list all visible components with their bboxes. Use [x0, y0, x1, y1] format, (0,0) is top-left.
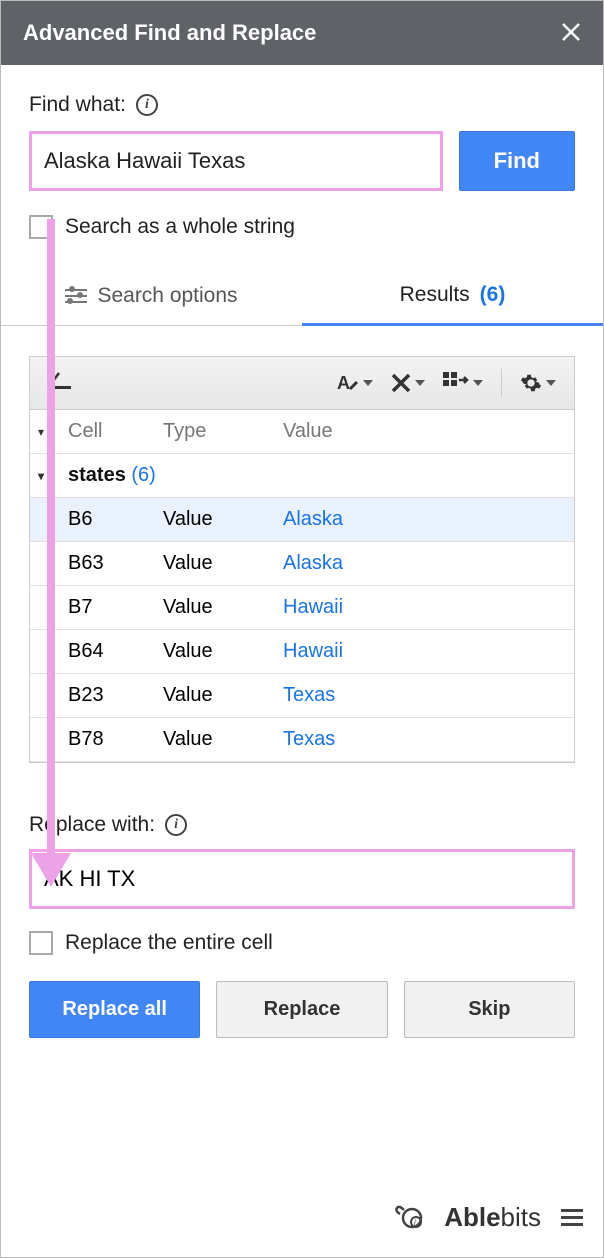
- find-label: Find what:: [29, 93, 126, 117]
- replace-label: Replace with:: [29, 813, 155, 837]
- find-button[interactable]: Find: [459, 131, 575, 191]
- chevron-down-icon: [473, 380, 483, 386]
- ablebits-logo-icon: i: [394, 1200, 424, 1235]
- select-all-button[interactable]: [42, 368, 78, 398]
- col-value[interactable]: Value: [283, 420, 566, 443]
- info-icon[interactable]: i: [165, 814, 187, 836]
- chevron-down-icon: [415, 380, 425, 386]
- table-header: ▾ Cell Type Value: [30, 410, 574, 454]
- whole-string-checkbox[interactable]: [29, 215, 53, 239]
- close-icon[interactable]: [561, 19, 581, 47]
- info-icon[interactable]: i: [136, 94, 158, 116]
- cell-type: Value: [163, 508, 283, 531]
- sort-icon[interactable]: ▾: [38, 425, 68, 439]
- cell-value: Hawaii: [283, 596, 566, 619]
- footer: i Ablebits: [1, 1186, 603, 1257]
- table-row[interactable]: B64ValueHawaii: [30, 630, 574, 674]
- collapse-icon[interactable]: ▾: [38, 469, 68, 483]
- export-button[interactable]: [437, 368, 489, 398]
- entire-cell-label: Replace the entire cell: [65, 931, 273, 955]
- replace-button[interactable]: Replace: [216, 981, 387, 1038]
- find-label-row: Find what: i: [29, 93, 575, 117]
- menu-icon[interactable]: [561, 1209, 583, 1226]
- cell-ref: B6: [68, 508, 163, 531]
- cell-value: Alaska: [283, 508, 566, 531]
- tab-results-count: (6): [480, 283, 506, 307]
- table-row[interactable]: B7ValueHawaii: [30, 586, 574, 630]
- group-row[interactable]: ▾ states (6): [30, 454, 574, 498]
- svg-text:A: A: [337, 373, 350, 393]
- results-panel: A ▾ Cell Type Value ▾: [29, 356, 575, 763]
- chevron-down-icon: [546, 380, 556, 386]
- cell-value: Texas: [283, 684, 566, 707]
- cell-ref: B78: [68, 728, 163, 751]
- skip-button[interactable]: Skip: [404, 981, 575, 1038]
- tab-search-options-label: Search options: [97, 284, 237, 308]
- tab-results[interactable]: Results (6): [302, 267, 603, 326]
- table-row[interactable]: B63ValueAlaska: [30, 542, 574, 586]
- tab-results-label: Results: [400, 283, 470, 307]
- cell-type: Value: [163, 596, 283, 619]
- replace-input[interactable]: [29, 849, 575, 909]
- replace-all-button[interactable]: Replace all: [29, 981, 200, 1038]
- table-row[interactable]: B23ValueTexas: [30, 674, 574, 718]
- cell-type: Value: [163, 684, 283, 707]
- delete-button[interactable]: [385, 369, 431, 397]
- dialog-title: Advanced Find and Replace: [23, 20, 316, 46]
- results-rows: B6ValueAlaskaB63ValueAlaskaB7ValueHawaii…: [30, 498, 574, 762]
- settings-button[interactable]: [514, 368, 562, 398]
- cell-type: Value: [163, 728, 283, 751]
- tab-search-options[interactable]: Search options: [1, 267, 302, 325]
- cell-value: Hawaii: [283, 640, 566, 663]
- cell-ref: B7: [68, 596, 163, 619]
- tabs: Search options Results (6): [1, 267, 603, 326]
- brand-name: Ablebits: [444, 1202, 541, 1233]
- replace-label-row: Replace with: i: [29, 813, 575, 837]
- svg-text:i: i: [414, 1218, 416, 1227]
- cell-type: Value: [163, 552, 283, 575]
- results-toolbar: A: [30, 357, 574, 410]
- cell-ref: B64: [68, 640, 163, 663]
- cell-ref: B63: [68, 552, 163, 575]
- col-cell[interactable]: Cell: [68, 420, 163, 443]
- entire-cell-checkbox[interactable]: [29, 931, 53, 955]
- cell-value: Alaska: [283, 552, 566, 575]
- format-button[interactable]: A: [329, 367, 379, 399]
- cell-ref: B23: [68, 684, 163, 707]
- group-name: states: [68, 464, 126, 486]
- table-row[interactable]: B78ValueTexas: [30, 718, 574, 762]
- group-count: (6): [131, 464, 155, 486]
- cell-type: Value: [163, 640, 283, 663]
- whole-string-label: Search as a whole string: [65, 215, 295, 239]
- find-input[interactable]: [29, 131, 443, 191]
- sliders-icon: [65, 287, 87, 305]
- toolbar-separator: [501, 369, 502, 397]
- table-row[interactable]: B6ValueAlaska: [30, 498, 574, 542]
- dialog-header: Advanced Find and Replace: [1, 1, 603, 65]
- col-type[interactable]: Type: [163, 420, 283, 443]
- chevron-down-icon: [363, 380, 373, 386]
- cell-value: Texas: [283, 728, 566, 751]
